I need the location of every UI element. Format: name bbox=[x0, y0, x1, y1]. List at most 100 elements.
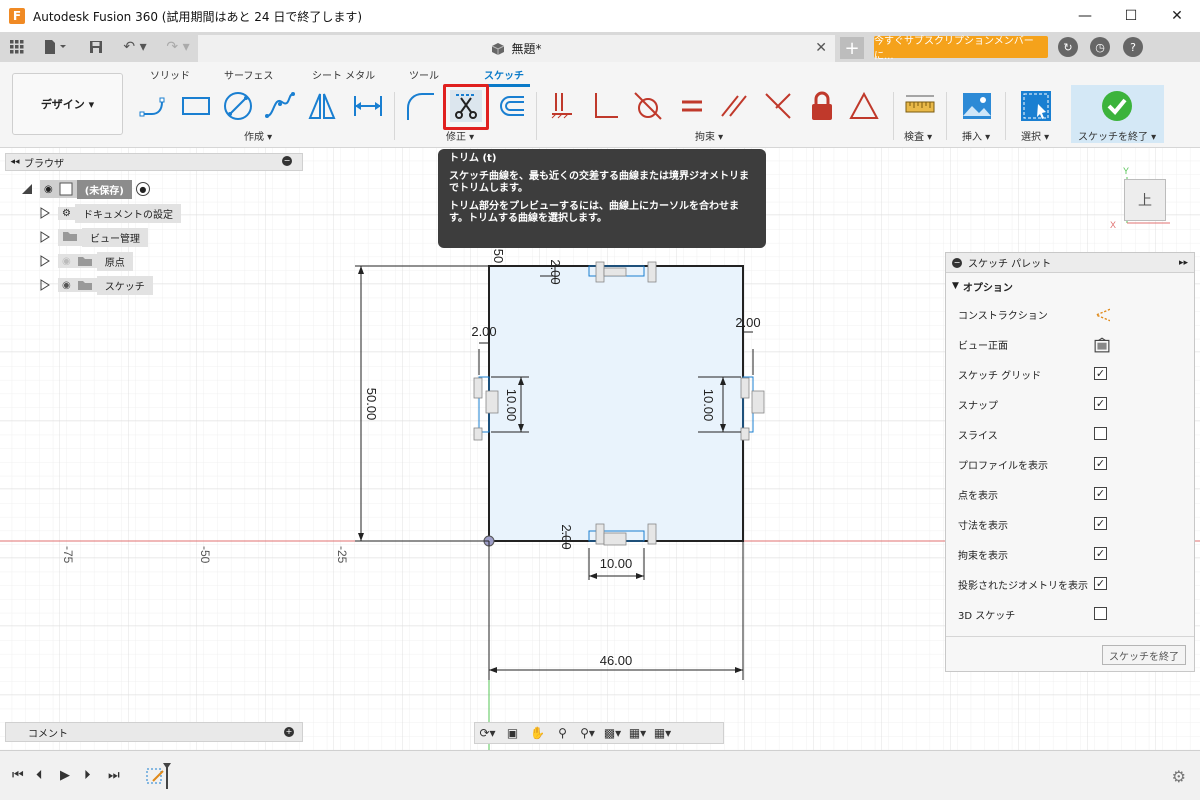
look-at-icon[interactable]: ▣ bbox=[500, 726, 525, 740]
offset-tool-icon[interactable] bbox=[494, 90, 526, 122]
create-group-label[interactable]: 作成 ▾ bbox=[244, 128, 272, 143]
mirror-tool-icon[interactable] bbox=[306, 90, 338, 122]
triangle-constraint-icon[interactable] bbox=[848, 90, 880, 122]
expand-palette-icon[interactable]: ▸▸ bbox=[1179, 258, 1188, 268]
horizontal-vertical-constraint-icon[interactable] bbox=[762, 90, 794, 122]
history-clock-icon[interactable]: ◷ bbox=[1090, 37, 1110, 57]
construction-icon[interactable] bbox=[1094, 307, 1110, 323]
subscribe-button[interactable]: 今すぐサブスクリプションメンバーに... bbox=[874, 36, 1048, 62]
browser-item-document-settings[interactable]: ⚙ ドキュメントの設定 bbox=[40, 203, 181, 223]
3d-sketch-checkbox[interactable] bbox=[1094, 607, 1107, 620]
tab-sketch[interactable]: スケッチ bbox=[484, 67, 524, 82]
inspect-group-label[interactable]: 検査 ▾ bbox=[904, 128, 932, 143]
dim-top-partial[interactable]: 50 bbox=[491, 249, 506, 263]
dimension-tool-icon[interactable] bbox=[352, 90, 384, 122]
circle-tool-icon[interactable] bbox=[222, 90, 254, 122]
select-tool-icon[interactable] bbox=[1020, 90, 1052, 122]
palette-option-sketch-grid[interactable]: スケッチ グリッド ✓ bbox=[946, 359, 1194, 389]
tangent-constraint-icon[interactable] bbox=[632, 90, 664, 122]
expand-arrow-icon[interactable] bbox=[40, 255, 50, 267]
dim-slot-top[interactable]: 2.00 bbox=[548, 259, 563, 284]
options-section-header[interactable]: ▼ オプション bbox=[946, 273, 1194, 299]
browser-item-view-manager[interactable]: ビュー管理 bbox=[40, 227, 148, 247]
measure-ruler-icon[interactable] bbox=[904, 90, 936, 122]
workspace-switcher[interactable]: デザイン ▾ bbox=[12, 73, 123, 135]
insert-group-label[interactable]: 挿入 ▾ bbox=[962, 128, 990, 143]
save-icon[interactable] bbox=[86, 32, 106, 62]
hidden-eye-icon[interactable]: ◉ bbox=[62, 256, 71, 267]
undo-icon[interactable]: ↶ ▾ bbox=[117, 32, 153, 62]
palette-option-show-dimensions[interactable]: 寸法を表示 ✓ bbox=[946, 509, 1194, 539]
look-at-icon[interactable] bbox=[1094, 337, 1110, 353]
browser-root-row[interactable]: ◉ (未保存) ● bbox=[20, 179, 150, 199]
collapse-browser-icon[interactable]: ◂◂ bbox=[6, 157, 24, 167]
file-menu-icon[interactable] bbox=[40, 32, 70, 62]
equal-constraint-icon[interactable] bbox=[676, 90, 708, 122]
modify-group-label[interactable]: 修正 ▾ bbox=[446, 128, 474, 143]
pan-hand-icon[interactable]: ✋ bbox=[525, 726, 550, 740]
zoom-window-icon[interactable]: ⚲▾ bbox=[575, 726, 600, 740]
finish-sketch-group-label[interactable]: スケッチを終了 ▾ bbox=[1078, 128, 1156, 143]
go-to-end-icon[interactable]: ⏭ bbox=[108, 768, 120, 783]
fix-constraint-lock-icon[interactable] bbox=[806, 90, 838, 122]
job-status-icon[interactable]: ↻ bbox=[1058, 37, 1078, 57]
close-window-button[interactable]: ✕ bbox=[1154, 0, 1200, 32]
activate-radio-icon[interactable]: ● bbox=[135, 182, 150, 196]
palette-option-construction[interactable]: コンストラクション bbox=[946, 299, 1194, 329]
spline-tool-icon[interactable] bbox=[264, 90, 296, 122]
dim-width[interactable]: 46.00 bbox=[600, 653, 633, 668]
fillet-tool-icon[interactable] bbox=[404, 90, 436, 122]
slice-checkbox[interactable] bbox=[1094, 427, 1107, 440]
palette-option-look-at[interactable]: ビュー正面 bbox=[946, 329, 1194, 359]
show-projected-checkbox[interactable]: ✓ bbox=[1094, 577, 1107, 590]
palette-finish-sketch-button[interactable]: スケッチを終了 bbox=[1102, 645, 1186, 665]
visibility-eye-icon[interactable]: ◉ bbox=[44, 184, 53, 195]
dim-height[interactable]: 50.00 bbox=[364, 388, 379, 421]
line-tool-icon[interactable] bbox=[138, 90, 170, 122]
coincident-constraint-icon[interactable] bbox=[546, 90, 578, 122]
insert-image-icon[interactable] bbox=[961, 90, 993, 122]
tab-tools[interactable]: ツール bbox=[409, 67, 439, 82]
expand-arrow-icon[interactable] bbox=[20, 182, 34, 196]
close-tab-icon[interactable]: ✕ bbox=[815, 40, 827, 56]
parallel-constraint-icon[interactable] bbox=[718, 90, 750, 122]
palette-option-show-points[interactable]: 点を表示 ✓ bbox=[946, 479, 1194, 509]
timeline-settings-gear-icon[interactable]: ⚙ bbox=[1172, 767, 1186, 786]
help-icon[interactable]: ? bbox=[1123, 37, 1143, 57]
add-comment-icon[interactable]: + bbox=[284, 727, 294, 737]
tab-sheet-metal[interactable]: シート メタル bbox=[312, 67, 375, 82]
palette-option-show-profile[interactable]: プロファイルを表示 ✓ bbox=[946, 449, 1194, 479]
dim-slot-left-length[interactable]: 10.00 bbox=[504, 389, 519, 422]
display-settings-icon[interactable]: ▩▾ bbox=[600, 726, 625, 740]
palette-option-3d-sketch[interactable]: 3D スケッチ bbox=[946, 599, 1194, 629]
browser-minus-icon[interactable]: − bbox=[282, 156, 292, 166]
tab-surface[interactable]: サーフェス bbox=[224, 67, 273, 82]
viewports-icon[interactable]: ▦▾ bbox=[650, 726, 675, 740]
finish-sketch-check-icon[interactable] bbox=[1101, 90, 1133, 122]
viewcube-top-face[interactable]: 上 bbox=[1124, 179, 1166, 221]
zoom-icon[interactable]: ⚲ bbox=[550, 726, 575, 740]
palette-option-show-projected[interactable]: 投影されたジオメトリを表示 ✓ bbox=[946, 569, 1194, 599]
new-tab-button[interactable]: + bbox=[840, 37, 864, 59]
palette-option-show-constraints[interactable]: 拘束を表示 ✓ bbox=[946, 539, 1194, 569]
show-profile-checkbox[interactable]: ✓ bbox=[1094, 457, 1107, 470]
palette-option-slice[interactable]: スライス bbox=[946, 419, 1194, 449]
redo-icon[interactable]: ↷ ▾ bbox=[160, 32, 196, 62]
comments-panel[interactable]: コメント + bbox=[5, 722, 303, 742]
constraints-group-label[interactable]: 拘束 ▾ bbox=[695, 128, 723, 143]
show-dimensions-checkbox[interactable]: ✓ bbox=[1094, 517, 1107, 530]
sketch-grid-checkbox[interactable]: ✓ bbox=[1094, 367, 1107, 380]
apps-grid-icon[interactable] bbox=[6, 32, 28, 62]
expand-arrow-icon[interactable] bbox=[40, 231, 50, 243]
dim-slot-bottom-length[interactable]: 10.00 bbox=[600, 556, 633, 571]
expand-arrow-icon[interactable] bbox=[40, 279, 50, 291]
select-group-label[interactable]: 選択 ▾ bbox=[1021, 128, 1049, 143]
dim-slot-left[interactable]: 2.00 bbox=[471, 324, 496, 339]
orbit-icon[interactable]: ⟳▾ bbox=[475, 726, 500, 740]
dim-slot-right[interactable]: 2.00 bbox=[735, 315, 760, 330]
dim-slot-bottom[interactable]: 2.00 bbox=[559, 524, 574, 549]
rectangle-tool-icon[interactable] bbox=[180, 90, 212, 122]
sketch-timeline-feature-icon[interactable] bbox=[145, 761, 173, 793]
browser-item-origin[interactable]: ◉ 原点 bbox=[40, 251, 133, 271]
step-forward-icon[interactable]: ⏵ bbox=[84, 768, 91, 783]
